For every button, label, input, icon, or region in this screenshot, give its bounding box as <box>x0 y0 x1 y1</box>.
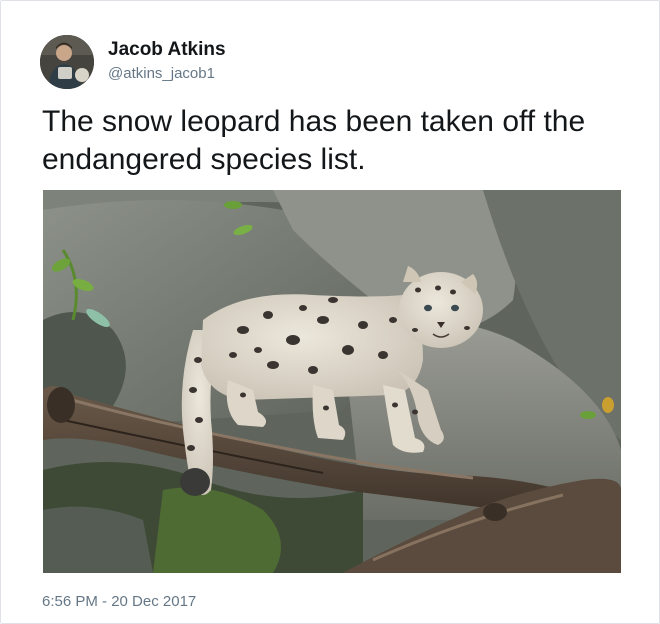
avatar[interactable] <box>40 35 94 89</box>
user-avatar-icon <box>40 35 94 89</box>
snow-leopard-image <box>43 190 621 573</box>
author-handle[interactable]: @atkins_jacob1 <box>108 65 215 82</box>
author-display-name[interactable]: Jacob Atkins <box>108 39 226 61</box>
tweet-photo[interactable] <box>43 190 621 573</box>
tweet-timestamp[interactable]: 6:56 PM - 20 Dec 2017 <box>42 593 196 610</box>
tweet-text: The snow leopard has been taken off the … <box>42 105 586 176</box>
tweet-card: Jacob Atkins @atkins_jacob1 The snow leo… <box>0 0 660 624</box>
